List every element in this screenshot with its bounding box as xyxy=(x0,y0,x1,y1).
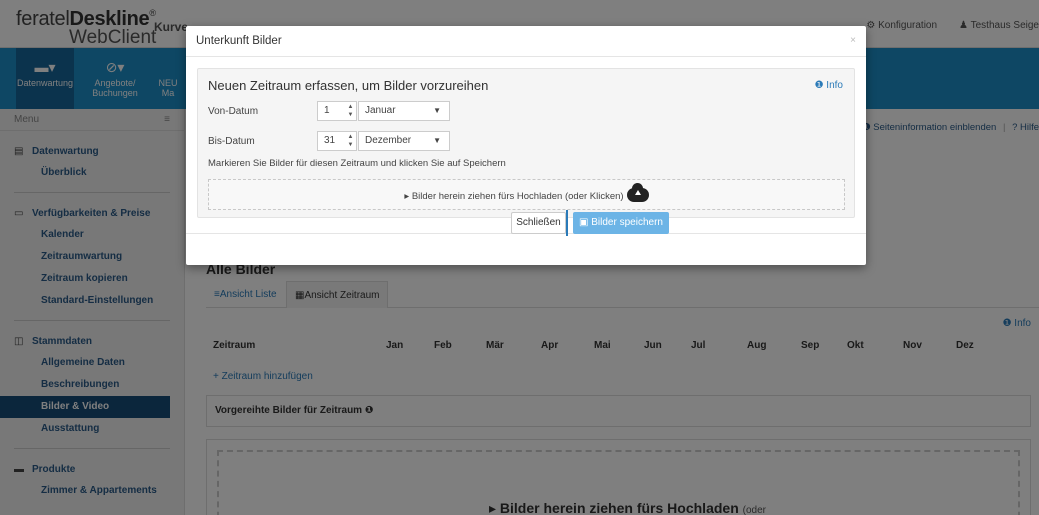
zeitraum-form: Neuen Zeitraum erfassen, um Bilder vorzu… xyxy=(197,68,855,218)
info-link[interactable]: ❶ Info xyxy=(815,80,843,91)
form-hint: Markieren Sie Bilder für diesen Zeitraum… xyxy=(208,158,506,169)
von-day-value: 1 xyxy=(324,105,330,116)
dropzone-label: ▸ Bilder herein ziehen fürs Hochladen (o… xyxy=(404,191,624,202)
modal-footer xyxy=(186,233,866,265)
chevron-down-icon: ▼ xyxy=(433,136,441,145)
von-month-value: Januar xyxy=(365,105,396,116)
modal-title: Unterkunft Bilder xyxy=(196,35,282,47)
chevron-down-icon: ▼ xyxy=(433,106,441,115)
form-title: Neuen Zeitraum erfassen, um Bilder vorzu… xyxy=(208,78,489,93)
cloud-upload-icon xyxy=(626,183,649,202)
bis-month-select[interactable]: Dezember ▼ xyxy=(358,131,450,151)
stepper-arrows-icon[interactable]: ▲ ▼ xyxy=(346,103,355,119)
stepper-arrows-icon[interactable]: ▲ ▼ xyxy=(346,133,355,149)
dropzone-text: ▸ Bilder herein ziehen fürs Hochladen (o… xyxy=(209,183,844,202)
image-upload-dropzone[interactable]: ▸ Bilder herein ziehen fürs Hochladen (o… xyxy=(208,179,845,210)
close-icon[interactable]: × xyxy=(850,35,856,46)
bis-datum-label: Bis-Datum xyxy=(208,136,255,147)
von-month-select[interactable]: Januar ▼ xyxy=(358,101,450,121)
von-day-stepper[interactable]: 1 ▲ ▼ xyxy=(317,101,357,121)
save-images-button[interactable]: ▣ Bilder speichern xyxy=(573,212,669,234)
modal-header: Unterkunft Bilder × xyxy=(186,26,866,57)
bis-day-stepper[interactable]: 31 ▲ ▼ xyxy=(317,131,357,151)
bis-month-value: Dezember xyxy=(365,135,412,146)
close-button[interactable]: Schließen xyxy=(511,212,566,234)
focus-indicator xyxy=(566,210,568,236)
von-datum-label: Von-Datum xyxy=(208,106,259,117)
bis-day-value: 31 xyxy=(324,135,336,146)
